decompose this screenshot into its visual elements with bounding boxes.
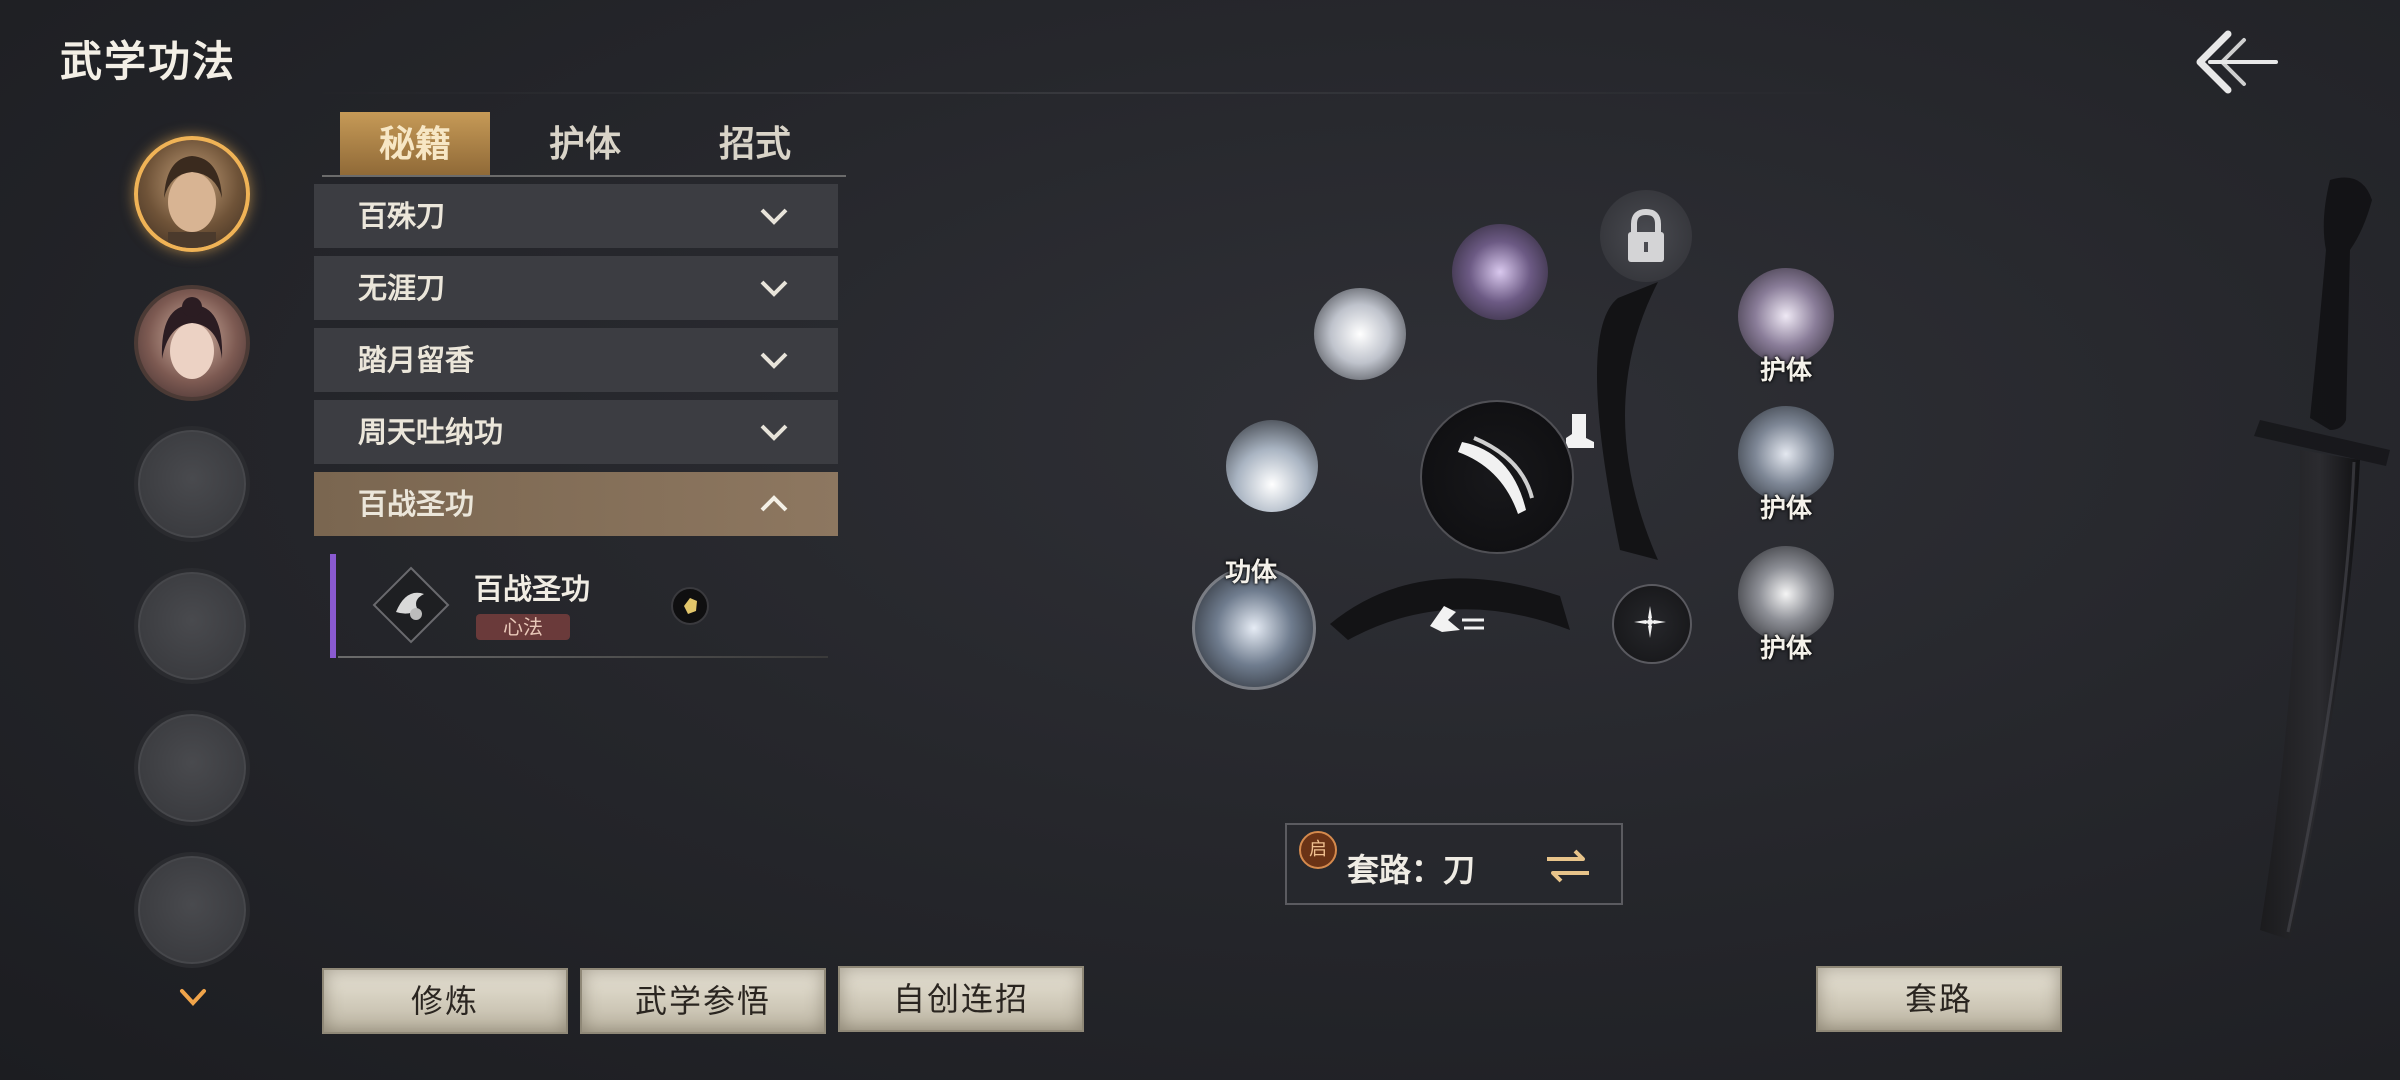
wheel-arc-right (1596, 282, 1658, 560)
category-label: 百战圣功 (358, 487, 475, 521)
category-label: 踏月留香 (358, 343, 475, 377)
locked-skill-slot[interactable] (1600, 190, 1692, 282)
boot-icon (1566, 414, 1594, 448)
tab-protection[interactable]: 护体 (510, 112, 660, 176)
category-row[interactable]: 百殊刀 (314, 184, 838, 248)
skill-node-light-burst[interactable] (1226, 420, 1318, 512)
avatar-slot-empty[interactable] (134, 710, 250, 826)
skill-sub-item[interactable]: 百战圣功 心法 (330, 554, 838, 658)
sword-decoration-icon (2254, 177, 2390, 940)
avatar-slot-empty[interactable] (134, 568, 250, 684)
skill-node-label: 护体 (1760, 494, 1813, 524)
scroll-down-icon (180, 989, 206, 1006)
male-portrait-icon (164, 156, 222, 248)
category-row-expanded[interactable]: 百战圣功 (314, 472, 838, 536)
item-divider (338, 656, 828, 658)
route-selector[interactable]: 启 套路：刀 (1285, 823, 1623, 905)
page-title: 武学功法 (60, 37, 237, 86)
avatar-slot-empty[interactable] (134, 852, 250, 968)
category-row[interactable]: 周天吐纳功 (314, 400, 838, 464)
category-label: 周天吐纳功 (358, 415, 504, 449)
chevron-down-icon (760, 208, 788, 225)
selection-bar (330, 554, 336, 658)
practice-button[interactable]: 修炼 (322, 968, 568, 1034)
equipped-indicator-icon (671, 587, 709, 625)
avatar-scroll-down-button[interactable] (178, 985, 208, 1009)
swap-icon (1547, 849, 1589, 883)
category-label: 无涯刀 (358, 271, 446, 305)
martial-insight-button[interactable]: 武学参悟 (580, 968, 826, 1034)
skill-node-label: 护体 (1760, 634, 1813, 664)
header-divider (300, 92, 1860, 94)
skill-node-purple-blade[interactable] (1452, 224, 1548, 320)
avatar-character-1[interactable] (134, 136, 250, 252)
skill-book-icon (372, 566, 450, 644)
crosshair-icon (1634, 606, 1666, 638)
route-badge: 启 (1299, 831, 1337, 869)
skill-node-target[interactable] (1612, 584, 1692, 664)
female-portrait-icon (161, 297, 223, 379)
avatar-slot-empty[interactable] (134, 426, 250, 542)
chevron-up-icon (760, 495, 788, 512)
lock-icon (1628, 208, 1664, 262)
skill-type-badge: 心法 (476, 614, 570, 640)
skill-node-lotus[interactable] (1314, 288, 1406, 380)
chevron-down-icon (760, 280, 788, 297)
back-button[interactable] (2180, 22, 2280, 102)
blade-icon (1458, 436, 1534, 514)
tab-underline (322, 175, 846, 177)
skill-node-label: 功体 (1225, 558, 1278, 588)
route-label: 套路：刀 (1347, 851, 1476, 889)
category-label: 百殊刀 (358, 199, 446, 233)
route-button[interactable]: 套路 (1816, 966, 2062, 1032)
create-combo-button[interactable]: 自创连招 (838, 966, 1084, 1032)
category-row[interactable]: 踏月留香 (314, 328, 838, 392)
tab-moves[interactable]: 招式 (680, 112, 830, 176)
skill-node-label: 护体 (1760, 356, 1813, 386)
skill-node-center-blade[interactable] (1420, 400, 1574, 554)
tab-secret-books[interactable]: 秘籍 (340, 112, 490, 176)
category-row[interactable]: 无涯刀 (314, 256, 838, 320)
back-arrow-icon (2196, 30, 2278, 94)
skill-name: 百战圣功 (474, 572, 591, 606)
chevron-down-icon (760, 352, 788, 369)
avatar-character-2[interactable] (134, 285, 250, 401)
chevron-down-icon (760, 424, 788, 441)
